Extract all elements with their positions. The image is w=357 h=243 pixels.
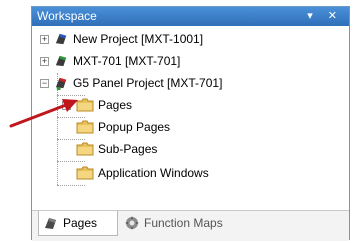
function-maps-icon — [125, 216, 139, 230]
collapse-icon[interactable]: − — [40, 79, 49, 88]
folder-icon — [76, 120, 94, 134]
tree-item-label: G5 Panel Project [MXT-701] — [73, 76, 223, 90]
folder-icon — [76, 166, 94, 180]
window-controls[interactable]: ▾ ✕ — [307, 7, 343, 26]
tree-item-g5-panel-project[interactable]: − G5 Panel Project [MXT-701] — [32, 72, 332, 94]
tree-item-label: Pages — [98, 98, 133, 112]
tree-item-label: Application Windows — [98, 166, 209, 180]
tab-label: Function Maps — [144, 216, 223, 230]
tree-item-label: Popup Pages — [98, 120, 171, 134]
bottom-tab-bar: Pages Function Maps — [32, 210, 349, 241]
folder-icon — [76, 98, 94, 112]
tree-item-sub-pages[interactable]: Sub-Pages — [32, 138, 332, 160]
tree-item-label: MXT-701 [MXT-701] — [73, 54, 181, 68]
tree-item-new-project[interactable]: + New Project [MXT-1001] — [32, 28, 332, 50]
project-icon — [55, 55, 67, 67]
expand-icon[interactable]: + — [62, 101, 71, 110]
workspace-title: Workspace — [37, 9, 97, 23]
tab-function-maps[interactable]: Function Maps — [120, 211, 240, 235]
tab-label: Pages — [63, 216, 98, 230]
project-tree: + New Project [MXT-1001] + MXT-701 [MXT-… — [32, 28, 349, 206]
tree-connector — [57, 185, 85, 186]
project-icon — [55, 33, 67, 45]
workspace-panel: Workspace ▾ ✕ + New Project [MXT-1001] + — [31, 6, 350, 241]
tree-item-label: New Project [MXT-1001] — [73, 32, 204, 46]
folder-icon — [76, 142, 94, 156]
tree-item-mxt-701[interactable]: + MXT-701 [MXT-701] — [32, 50, 332, 72]
tab-pages[interactable]: Pages — [38, 211, 118, 236]
tree-item-popup-pages[interactable]: Popup Pages — [32, 116, 332, 138]
expand-icon[interactable]: + — [40, 57, 49, 66]
pages-icon — [45, 218, 56, 229]
workspace-titlebar[interactable]: Workspace ▾ ✕ — [32, 7, 349, 26]
project-icon — [55, 77, 67, 90]
tree-item-pages[interactable]: + Pages — [32, 94, 332, 116]
tree-item-label: Sub-Pages — [98, 142, 158, 156]
tree-item-application-windows[interactable]: Application Windows — [32, 162, 332, 184]
expand-icon[interactable]: + — [40, 35, 49, 44]
